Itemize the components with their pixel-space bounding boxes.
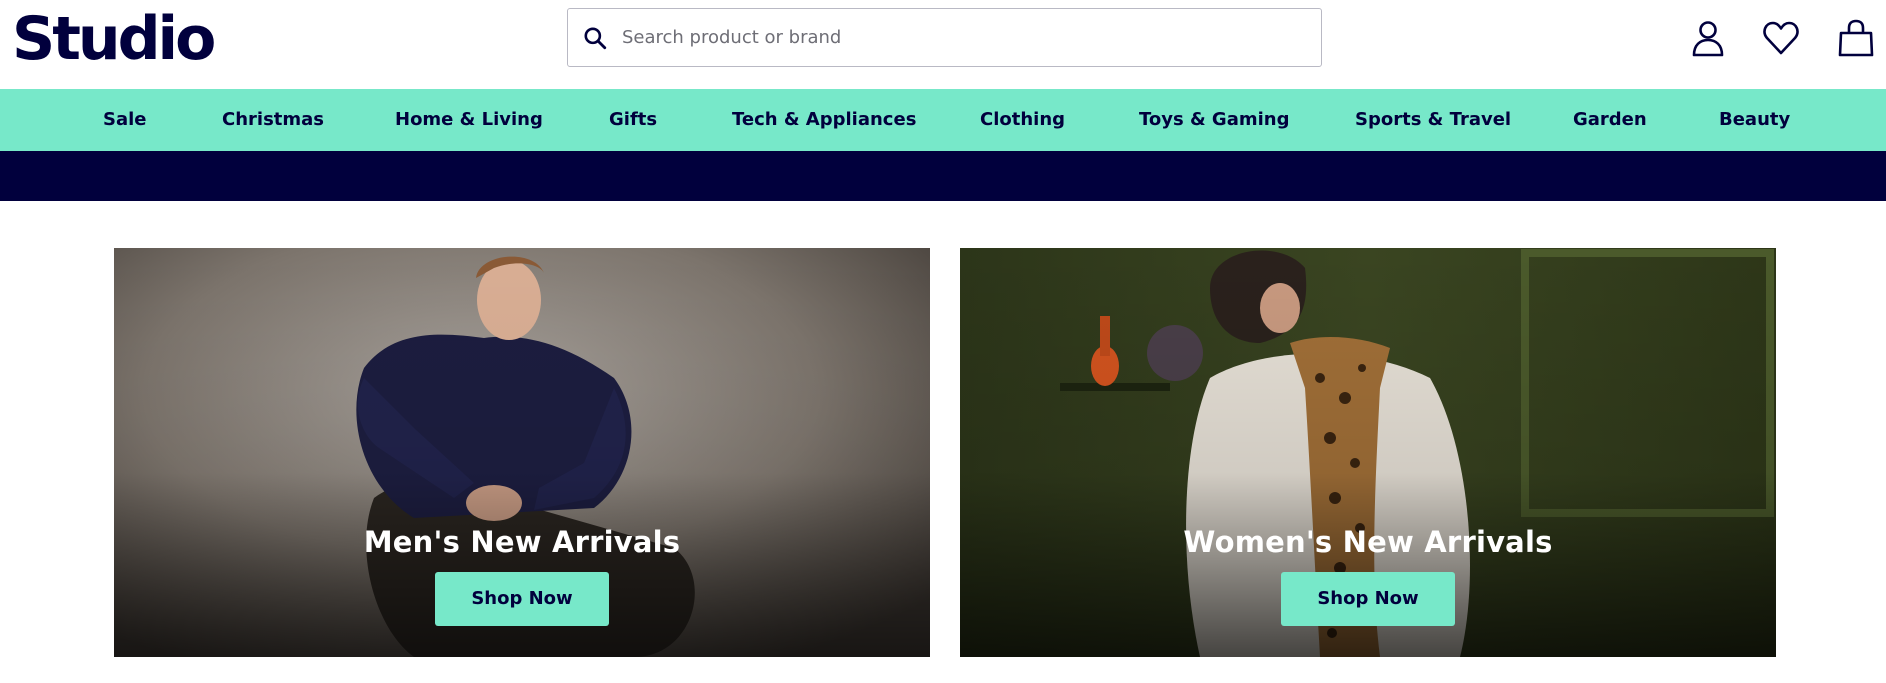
nav-item-beauty[interactable]: Beauty: [1719, 89, 1790, 151]
nav-item-sports-travel[interactable]: Sports & Travel: [1355, 89, 1511, 151]
nav-item-gifts[interactable]: Gifts: [609, 89, 657, 151]
nav-item-garden[interactable]: Garden: [1573, 89, 1647, 151]
nav-item-tech-appliances[interactable]: Tech & Appliances: [732, 89, 916, 151]
studio-logo[interactable]: Studio: [12, 4, 216, 74]
search-bar[interactable]: [567, 8, 1322, 67]
promo-strip: [0, 151, 1886, 201]
nav-item-clothing[interactable]: Clothing: [980, 89, 1065, 151]
nav-item-toys-gaming[interactable]: Toys & Gaming: [1139, 89, 1289, 151]
nav-item-home-living[interactable]: Home & Living: [395, 89, 543, 151]
site-header: Studio: [0, 0, 1886, 89]
nav-item-sale[interactable]: Sale: [103, 89, 147, 151]
search-input[interactable]: [622, 17, 1302, 58]
card-title: Women's New Arrivals: [1183, 525, 1553, 559]
search-icon: [584, 26, 607, 49]
account-icon[interactable]: [1688, 18, 1728, 58]
mens-new-arrivals-card[interactable]: Men's New Arrivals Shop Now: [114, 248, 930, 657]
nav-item-christmas[interactable]: Christmas: [222, 89, 324, 151]
heart-icon[interactable]: [1761, 18, 1801, 58]
shop-now-button[interactable]: Shop Now: [1281, 572, 1455, 626]
category-nav: Sale Christmas Home & Living Gifts Tech …: [0, 89, 1886, 151]
shop-now-button[interactable]: Shop Now: [435, 572, 609, 626]
card-title: Men's New Arrivals: [363, 525, 681, 559]
shopping-bag-icon[interactable]: [1836, 18, 1876, 58]
womens-new-arrivals-card[interactable]: Women's New Arrivals Shop Now: [960, 248, 1776, 657]
